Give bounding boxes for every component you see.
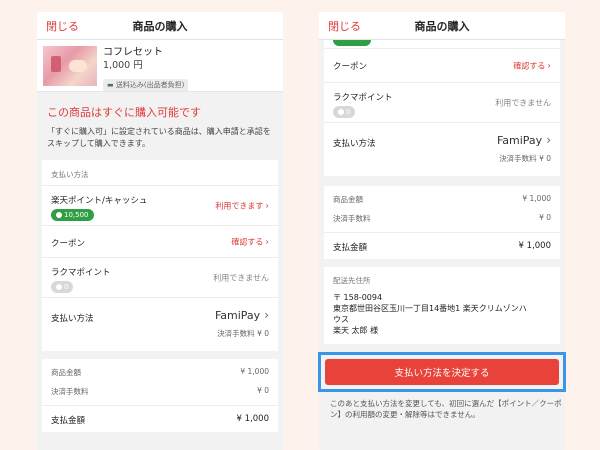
rakuten-point-status: 利用できます — [215, 201, 264, 210]
total-value: ¥ 1,000 — [518, 241, 551, 251]
payment-method-row[interactable]: 支払い方法 FamiPay › 決済手数料 ¥ 0 — [324, 122, 560, 176]
summary-total-row: 支払金額 ¥ 1,000 — [324, 232, 560, 257]
coupon-row[interactable]: クーポン 確認する › — [324, 48, 560, 82]
rakuma-point-balance: 0 — [346, 108, 351, 116]
fee-label: 決済手数料 — [51, 387, 89, 396]
summary-fee-row: 決済手数料 ¥ 0 — [42, 382, 278, 401]
coin-icon — [56, 284, 62, 290]
address-label: 配送先住所 — [333, 276, 371, 285]
chevron-right-icon: › — [547, 61, 551, 71]
address-line2: ウス — [333, 315, 349, 324]
confirm-payment-button[interactable]: 支払い方法を決定する — [325, 359, 559, 385]
rakuma-point-row: ラクマポイント 0 利用できません — [324, 82, 560, 122]
item-price-value: ¥ 1,000 — [240, 367, 269, 376]
payment-card: 支払い方法 楽天ポイント/キャッシュ 10,500 利用できます › クーポン 確… — [42, 160, 278, 351]
summary-item-row: 商品金額 ¥ 1,000 — [324, 190, 560, 209]
rakuma-point-row: ラクマポイント 0 利用できません — [42, 257, 278, 297]
coin-icon — [338, 109, 344, 115]
payment-section-label: 支払い方法 — [51, 170, 89, 179]
rakuma-point-status: 利用できません — [495, 98, 551, 107]
rakuma-point-badge: 0 — [51, 281, 74, 293]
header: 閉じる 商品の購入 — [37, 12, 283, 40]
coupon-status: 確認する — [513, 61, 546, 70]
close-button[interactable]: 閉じる — [46, 18, 79, 34]
product-price: 1,000 円 — [103, 60, 143, 71]
payment-method-fee: 決済手数料 ¥ 0 — [217, 329, 269, 338]
payment-method-fee: 決済手数料 ¥ 0 — [499, 154, 551, 163]
product-name: コフレセット — [103, 47, 163, 58]
product-summary: コフレセット 1,000 円 ▬ 送料込み(出品者負担) — [37, 40, 283, 92]
left-screen: 閉じる 商品の購入 コフレセット 1,000 円 ▬ 送料込み(出品者負担) こ… — [37, 12, 283, 450]
coupon-row[interactable]: クーポン 確認する › — [42, 225, 278, 257]
rakuma-point-balance: 0 — [64, 283, 69, 291]
rakuma-point-status: 利用できません — [213, 273, 269, 282]
fee-value: ¥ 0 — [539, 213, 551, 222]
address-line1: 東京都世田谷区玉川一丁目14番地1 楽天クリムゾンハ — [333, 304, 527, 313]
cta-highlight: 支払い方法を決定する — [318, 352, 566, 392]
page-title: 商品の購入 — [132, 19, 188, 33]
price-summary: 商品金額 ¥ 1,000 決済手数料 ¥ 0 支払金額 ¥ 1,000 — [42, 359, 278, 432]
header: 閉じる 商品の購入 — [319, 12, 565, 40]
item-price-value: ¥ 1,000 — [522, 194, 551, 203]
rakuten-point-balance: 10,500 — [64, 211, 89, 219]
product-thumbnail — [43, 46, 97, 86]
payment-card: クーポン 確認する › ラクマポイント 0 利用できません 支払い方法 FamiP… — [324, 40, 560, 176]
shipping-tag-label: 送料込み(出品者負担) — [115, 81, 185, 89]
fee-label: 決済手数料 — [333, 214, 371, 223]
item-price-label: 商品金額 — [333, 195, 363, 204]
rakuten-point-row[interactable]: 楽天ポイント/キャッシュ 10,500 利用できます › — [42, 185, 278, 225]
payment-method-value: FamiPay — [214, 309, 261, 322]
chevron-right-icon: › — [546, 133, 551, 147]
close-button[interactable]: 閉じる — [328, 18, 361, 34]
summary-item-row: 商品金額 ¥ 1,000 — [42, 363, 278, 382]
rakuten-point-badge-cutoff — [324, 40, 560, 48]
payment-method-row[interactable]: 支払い方法 FamiPay › 決済手数料 ¥ 0 — [42, 297, 278, 351]
page-title: 商品の購入 — [414, 19, 470, 33]
summary-total-row: 支払金額 ¥ 1,000 — [42, 405, 278, 430]
item-price-label: 商品金額 — [51, 368, 81, 377]
payment-method-value: FamiPay — [496, 134, 543, 147]
shipping-tag: ▬ 送料込み(出品者負担) — [103, 79, 189, 91]
coin-icon — [56, 212, 62, 218]
instant-buy-notice: この商品はすぐに購入可能です 「すぐに購入可」に設定されている商品は、購入申請と… — [37, 92, 283, 160]
price-summary: 商品金額 ¥ 1,000 決済手数料 ¥ 0 支払金額 ¥ 1,000 — [324, 186, 560, 259]
rakuten-point-badge: 10,500 — [51, 209, 94, 221]
footnote: このあと支払い方法を変更しても、初回に選んだ【ポイント／クーポン】の利用額の変更… — [330, 399, 562, 419]
recipient-name: 楽天 太郎 様 — [333, 326, 379, 335]
total-value: ¥ 1,000 — [236, 414, 269, 424]
notice-body: 「すぐに購入可」に設定されている商品は、購入申請と承認をスキップして購入できます… — [47, 127, 271, 148]
rakuma-point-badge: 0 — [333, 106, 356, 118]
shipping-address: 配送先住所 〒 158-0094 東京都世田谷区玉川一丁目14番地1 楽天クリム… — [324, 267, 560, 344]
total-label: 支払金額 — [51, 416, 86, 426]
notice-title: この商品はすぐに購入可能です — [47, 106, 201, 119]
chevron-right-icon: › — [265, 237, 269, 247]
total-label: 支払金額 — [333, 243, 368, 253]
chevron-right-icon: › — [264, 308, 269, 322]
truck-icon: ▬ — [107, 81, 116, 89]
chevron-right-icon: › — [265, 201, 269, 211]
rakuten-point-badge — [333, 40, 371, 46]
coupon-status: 確認する — [231, 237, 264, 246]
fee-value: ¥ 0 — [257, 386, 269, 395]
address-zip: 〒 158-0094 — [333, 293, 383, 302]
summary-fee-row: 決済手数料 ¥ 0 — [324, 209, 560, 228]
